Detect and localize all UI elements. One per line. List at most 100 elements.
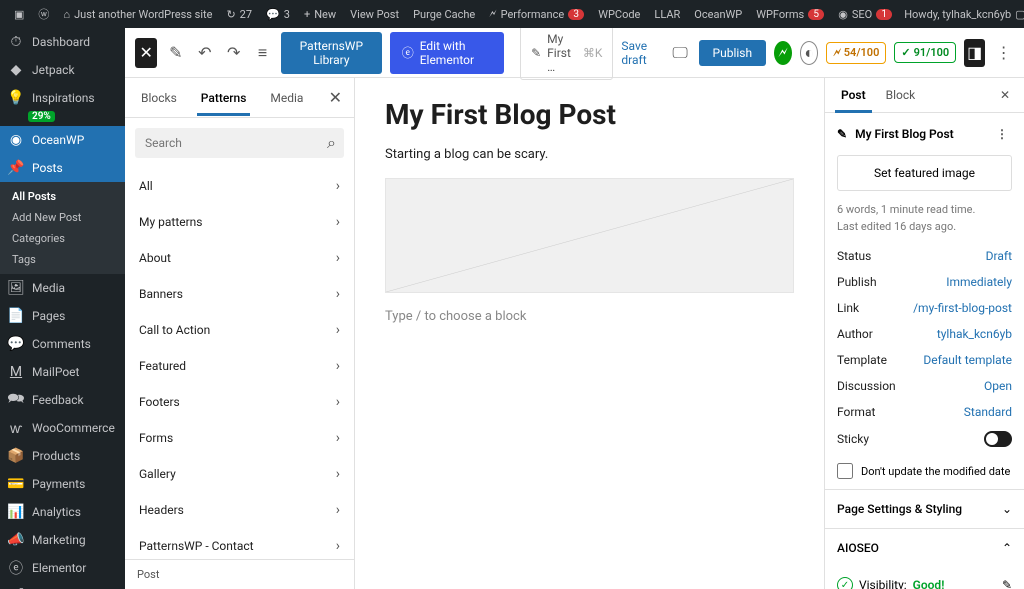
image-placeholder-block[interactable] bbox=[385, 178, 794, 293]
redo-button[interactable]: ↷ bbox=[223, 39, 244, 67]
view-post-item[interactable]: View Post bbox=[344, 0, 405, 28]
menu-media[interactable]: 🖼Media bbox=[0, 274, 125, 302]
purge-cache-label: Purge Cache bbox=[413, 8, 475, 21]
aioseo-score-icon[interactable]: ◐ bbox=[800, 41, 818, 65]
post-title[interactable]: My First Blog Post bbox=[385, 98, 794, 131]
pattern-cat-my-patterns[interactable]: My patterns› bbox=[125, 204, 354, 240]
pattern-cat-cta[interactable]: Call to Action› bbox=[125, 312, 354, 348]
document-overview-button[interactable]: ≡ bbox=[252, 39, 273, 67]
discussion-row[interactable]: DiscussionOpen bbox=[825, 373, 1024, 399]
llar-item[interactable]: LLAR bbox=[648, 0, 686, 28]
patternswp-button[interactable]: PatternsWP Library bbox=[281, 32, 382, 74]
document-title-button[interactable]: ✎ My First … ⌘K bbox=[520, 28, 613, 80]
post-actions-button[interactable]: ⋮ bbox=[992, 123, 1012, 145]
menu-templates[interactable]: 🗂Templates bbox=[0, 582, 125, 589]
seo-score-1[interactable]: 🗲 54/100 bbox=[826, 42, 886, 64]
pattern-cat-forms[interactable]: Forms› bbox=[125, 420, 354, 456]
save-draft-button[interactable]: Save draft bbox=[621, 39, 661, 67]
submenu-tags[interactable]: Tags bbox=[0, 249, 125, 270]
purge-cache-item[interactable]: Purge Cache bbox=[407, 0, 481, 28]
oceanwp-item[interactable]: OceanWP bbox=[688, 0, 748, 28]
settings-toggle-button[interactable]: ◨ bbox=[964, 39, 985, 67]
menu-jetpack[interactable]: ◆Jetpack bbox=[0, 56, 125, 84]
menu-feedback[interactable]: 🗪Feedback bbox=[0, 386, 125, 414]
wpcode-item[interactable]: WPCode bbox=[592, 0, 646, 28]
jetpack-button[interactable]: 🗲 bbox=[774, 41, 792, 65]
template-row[interactable]: TemplateDefault template bbox=[825, 347, 1024, 373]
status-row[interactable]: StatusDraft bbox=[825, 243, 1024, 269]
pattern-cat-pwp-contact[interactable]: PatternsWP - Contact› bbox=[125, 528, 354, 559]
menu-label: Jetpack bbox=[32, 63, 75, 77]
search-input[interactable] bbox=[135, 128, 344, 158]
comments-item[interactable]: 💬 3 bbox=[260, 0, 296, 28]
close-inserter-button[interactable]: ✕ bbox=[135, 38, 157, 68]
pattern-cat-about[interactable]: About› bbox=[125, 240, 354, 276]
tab-patterns[interactable]: Patterns bbox=[189, 81, 259, 115]
comment-icon: 💬 bbox=[8, 336, 24, 352]
menu-marketing[interactable]: 📣Marketing bbox=[0, 526, 125, 554]
row-value: tylhak_kcn6yb bbox=[937, 327, 1012, 341]
tab-block[interactable]: Block bbox=[876, 78, 926, 112]
pattern-cat-gallery[interactable]: Gallery› bbox=[125, 456, 354, 492]
performance-badge: 3 bbox=[568, 9, 584, 20]
tab-media[interactable]: Media bbox=[258, 81, 315, 115]
updates-item[interactable]: ↻ 27 bbox=[220, 0, 258, 28]
tab-post[interactable]: Post bbox=[831, 78, 876, 112]
seo-score-2[interactable]: ✓ 91/100 bbox=[894, 42, 956, 63]
publish-row[interactable]: PublishImmediately bbox=[825, 269, 1024, 295]
products-icon: 📦 bbox=[8, 448, 24, 464]
set-featured-image-button[interactable]: Set featured image bbox=[837, 155, 1012, 191]
menu-products[interactable]: 📦 Products bbox=[0, 442, 125, 470]
submenu-categories[interactable]: Categories bbox=[0, 228, 125, 249]
preview-button[interactable]: 🖵 bbox=[670, 39, 691, 67]
pattern-cat-featured[interactable]: Featured› bbox=[125, 348, 354, 384]
tab-blocks[interactable]: Blocks bbox=[129, 81, 189, 115]
submenu-add-new[interactable]: Add New Post bbox=[0, 207, 125, 228]
wp-logo-icon[interactable]: ⓦ bbox=[32, 0, 55, 28]
link-row[interactable]: Link/my-first-blog-post bbox=[825, 295, 1024, 321]
menu-analytics[interactable]: 📊Analytics bbox=[0, 498, 125, 526]
inserter-close-button[interactable]: ✕ bbox=[321, 80, 350, 115]
howdy-item[interactable]: Howdy, tylhak_kcn6yb ▢ bbox=[898, 0, 1024, 28]
wpforms-item[interactable]: WPForms 5 bbox=[750, 0, 830, 28]
menu-mailpoet[interactable]: MMailPoet bbox=[0, 358, 125, 386]
menu-inspirations[interactable]: 💡Inspirations bbox=[0, 84, 125, 112]
menu-payments[interactable]: 💳Payments bbox=[0, 470, 125, 498]
menu-elementor[interactable]: ⓔElementor bbox=[0, 554, 125, 582]
default-block-appender[interactable]: Type / to choose a block bbox=[385, 309, 794, 324]
performance-item[interactable]: 🗲 Performance 3 bbox=[483, 0, 590, 28]
menu-oceanwp[interactable]: ◉OceanWP bbox=[0, 126, 125, 154]
page-settings-panel[interactable]: Page Settings & Styling ⌄ bbox=[825, 489, 1024, 528]
menu-woocommerce[interactable]: ⱳWooCommerce bbox=[0, 414, 125, 442]
publish-button[interactable]: Publish bbox=[699, 40, 767, 66]
editor-canvas[interactable]: My First Blog Post Starting a blog can b… bbox=[355, 78, 824, 589]
tools-button[interactable]: ✎ bbox=[165, 39, 186, 67]
options-button[interactable]: ⋮ bbox=[993, 39, 1014, 67]
menu-comments[interactable]: 💬Comments bbox=[0, 330, 125, 358]
aioseo-panel[interactable]: AIOSEO ⌃ bbox=[825, 528, 1024, 567]
menu-label: Products bbox=[32, 449, 80, 463]
bold-logo-icon[interactable]: ▣ bbox=[8, 0, 30, 28]
site-name[interactable]: ⌂ Just another WordPress site bbox=[57, 0, 218, 28]
author-row[interactable]: Authortylhak_kcn6yb bbox=[825, 321, 1024, 347]
paragraph-block[interactable]: Starting a blog can be scary. bbox=[385, 147, 794, 162]
edit-elementor-button[interactable]: ⓔEdit with Elementor bbox=[390, 32, 504, 74]
settings-close-button[interactable]: ✕ bbox=[992, 80, 1018, 110]
undo-button[interactable]: ↶ bbox=[194, 39, 215, 67]
submenu-all-posts[interactable]: All Posts bbox=[0, 186, 125, 207]
seo-item[interactable]: ◉ SEO 1 bbox=[832, 0, 898, 28]
sticky-toggle[interactable] bbox=[984, 431, 1012, 447]
new-item[interactable]: + New bbox=[298, 0, 342, 28]
menu-posts[interactable]: 📌Posts bbox=[0, 154, 125, 182]
dont-update-checkbox[interactable] bbox=[837, 463, 853, 479]
pattern-cat-all[interactable]: All› bbox=[125, 168, 354, 204]
pattern-cat-banners[interactable]: Banners› bbox=[125, 276, 354, 312]
pattern-cat-headers[interactable]: Headers› bbox=[125, 492, 354, 528]
row-value: Draft bbox=[986, 249, 1012, 263]
menu-label: Posts bbox=[32, 161, 63, 175]
edit-icon[interactable]: ✎ bbox=[1002, 578, 1012, 589]
format-row[interactable]: FormatStandard bbox=[825, 399, 1024, 425]
menu-pages[interactable]: 📄Pages bbox=[0, 302, 125, 330]
menu-dashboard[interactable]: ⏱Dashboard bbox=[0, 28, 125, 56]
pattern-cat-footers[interactable]: Footers› bbox=[125, 384, 354, 420]
